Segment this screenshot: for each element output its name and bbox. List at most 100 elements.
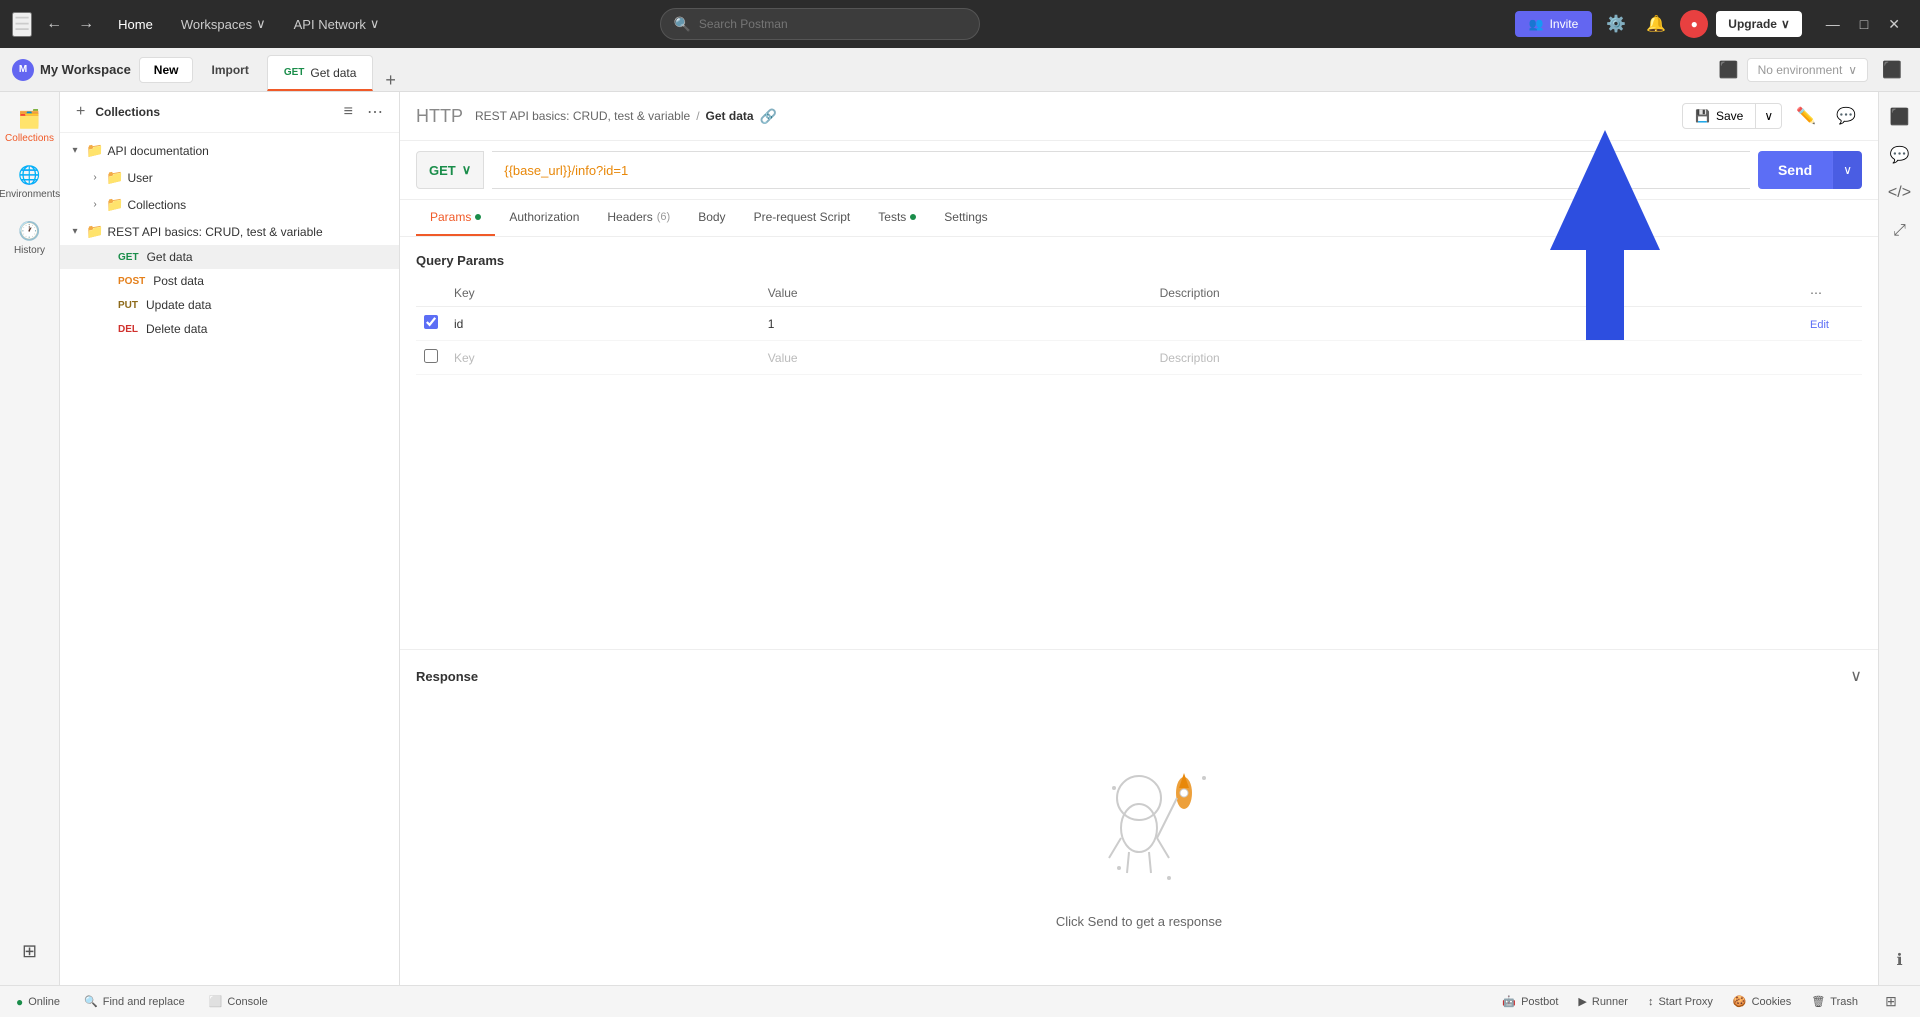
row-edit-button[interactable]: Edit (1810, 319, 1829, 331)
send-button[interactable]: Send (1758, 151, 1832, 189)
tab-settings[interactable]: Settings (930, 200, 1001, 236)
tree-label: Update data (146, 298, 387, 312)
tree-item-collections-folder[interactable]: › 📁 Collections (60, 191, 399, 218)
tab-params[interactable]: Params (416, 200, 495, 236)
console-button[interactable]: ⬜ Console (205, 995, 272, 1008)
params-section: Query Params Key Value Description ⋯ (400, 237, 1878, 649)
new-button[interactable]: New (139, 57, 194, 83)
cookies-button[interactable]: 🍪 Cookies (1729, 995, 1795, 1008)
find-replace-button[interactable]: 🔍 Find and replace (80, 995, 189, 1008)
tree-item-get-data[interactable]: GET Get data (60, 245, 399, 269)
empty-key-cell[interactable]: Key (446, 341, 760, 375)
send-dropdown-button[interactable]: ∨ (1832, 151, 1862, 189)
tree-item-delete-data[interactable]: DEL Delete data (60, 317, 399, 341)
maximize-button[interactable]: □ (1852, 12, 1876, 37)
notifications-button[interactable]: 🔔 (1640, 8, 1672, 40)
breadcrumb-current: Get data (706, 109, 754, 123)
method-label: GET (429, 163, 456, 178)
find-replace-label: Find and replace (103, 996, 185, 1008)
request-actions: 💾 Save ∨ ✏️ 💬 (1682, 102, 1862, 130)
url-input[interactable] (492, 151, 1750, 189)
workspaces-menu[interactable]: Workspaces ∨ (171, 12, 276, 36)
tab-headers-label: Headers (607, 210, 652, 224)
tree-item-post-data[interactable]: POST Post data (60, 269, 399, 293)
tab-headers[interactable]: Headers (6) (593, 200, 684, 236)
tree-item-rest-api[interactable]: ▾ 📁 REST API basics: CRUD, test & variab… (60, 218, 399, 245)
workspace-right: ⬛ No environment ∨ ⬛ (1719, 56, 1908, 84)
sidebar-panel-button[interactable]: ⬛ (1883, 100, 1917, 134)
edit-icon-button[interactable]: ✏️ (1790, 102, 1822, 130)
back-button[interactable]: ← (40, 11, 68, 37)
sidebar-item-apps[interactable]: ⊞ (6, 925, 54, 977)
invite-button[interactable]: 👥 Invite (1515, 11, 1593, 37)
avatar-button[interactable]: ● (1680, 10, 1708, 38)
layout-toggle-button[interactable]: ⊞ (1874, 985, 1908, 1019)
tab-pre-request[interactable]: Pre-request Script (740, 200, 865, 236)
tab-authorization[interactable]: Authorization (495, 200, 593, 236)
settings-button[interactable]: ⚙️ (1600, 8, 1632, 40)
row-key-cell[interactable]: id (446, 307, 760, 341)
more-collections-button[interactable]: ⋯ (363, 100, 387, 124)
breadcrumb-separator: / (696, 109, 699, 123)
tab-params-label: Params (430, 210, 471, 224)
table-row-empty: Key Value Description (416, 341, 1862, 375)
upgrade-button[interactable]: Upgrade ∨ (1716, 11, 1801, 37)
environment-selector[interactable]: No environment ∨ (1747, 58, 1869, 82)
save-dropdown-button[interactable]: ∨ (1756, 103, 1782, 129)
main-layout: 🗂️ Collections 🌐 Environments 🕐 History … (0, 92, 1920, 985)
runner-button[interactable]: ▶ Runner (1574, 995, 1632, 1008)
home-link[interactable]: Home (108, 13, 163, 36)
runner-label: Runner (1592, 996, 1628, 1008)
titlebar: ☰ ← → Home Workspaces ∨ API Network ∨ 🔍 … (0, 0, 1920, 48)
tabs-area: GET Get data + (267, 48, 1711, 91)
import-button[interactable]: Import (201, 58, 258, 82)
method-selector[interactable]: GET ∨ (416, 151, 484, 189)
environments-label: Environments (0, 189, 60, 200)
sidebar-item-collections[interactable]: 🗂️ Collections (6, 100, 54, 152)
params-dot-indicator (475, 214, 481, 220)
row-value-cell[interactable]: 1 (760, 307, 1152, 341)
upgrade-label: Upgrade (1728, 17, 1777, 31)
response-collapse-button[interactable]: ∨ (1850, 666, 1862, 686)
params-table: Key Value Description ⋯ id 1 (416, 280, 1862, 375)
tree-item-update-data[interactable]: PUT Update data (60, 293, 399, 317)
console-icon: ⬜ (209, 995, 223, 1008)
empty-row-checkbox[interactable] (424, 349, 438, 363)
start-proxy-button[interactable]: ↕ Start Proxy (1644, 996, 1717, 1008)
close-button[interactable]: ✕ (1880, 12, 1908, 37)
tree-item-user[interactable]: › 📁 User (60, 164, 399, 191)
sidebar-toggle-button[interactable]: ⬛ (1719, 60, 1739, 80)
tab-get-data[interactable]: GET Get data (267, 55, 374, 91)
comment-sidebar-button[interactable]: 💬 (1883, 138, 1917, 172)
nav-buttons: ← → (40, 11, 100, 37)
minimize-button[interactable]: — (1818, 12, 1848, 37)
api-network-menu[interactable]: API Network ∨ (284, 12, 390, 36)
info-sidebar-button[interactable]: ℹ (1883, 943, 1917, 977)
tab-tests[interactable]: Tests (864, 200, 930, 236)
search-input[interactable] (699, 17, 968, 31)
sidebar-item-history[interactable]: 🕐 History (6, 212, 54, 264)
expand-sidebar-button[interactable]: ⤢ (1883, 214, 1917, 248)
panel-toggle-button[interactable]: ⬛ (1876, 56, 1908, 84)
method-get-badge: GET (114, 251, 143, 264)
response-title: Response (416, 669, 478, 684)
trash-button[interactable]: 🗑 Trash (1807, 995, 1862, 1008)
code-sidebar-button[interactable]: </> (1883, 176, 1917, 210)
tree-item-api-docs[interactable]: ▾ 📁 API documentation (60, 137, 399, 164)
empty-description-cell[interactable]: Description (1152, 341, 1802, 375)
filter-collections-button[interactable]: ≡ (340, 101, 357, 123)
empty-value-cell[interactable]: Value (760, 341, 1152, 375)
new-tab-button[interactable]: + (377, 70, 404, 91)
hamburger-menu-button[interactable]: ☰ (12, 12, 32, 37)
row-description-cell[interactable] (1152, 307, 1802, 341)
forward-button[interactable]: → (72, 11, 100, 37)
sidebar-item-environments[interactable]: 🌐 Environments (6, 156, 54, 208)
postbot-button[interactable]: 🤖 Postbot (1498, 995, 1562, 1008)
env-chevron-icon: ∨ (1848, 63, 1857, 77)
add-collection-button[interactable]: + (72, 101, 89, 123)
row-checkbox[interactable] (424, 315, 438, 329)
tab-body[interactable]: Body (684, 200, 739, 236)
breadcrumb-collection-link[interactable]: REST API basics: CRUD, test & variable (475, 109, 690, 123)
save-button[interactable]: 💾 Save (1682, 103, 1756, 129)
comment-icon-button[interactable]: 💬 (1830, 102, 1862, 130)
